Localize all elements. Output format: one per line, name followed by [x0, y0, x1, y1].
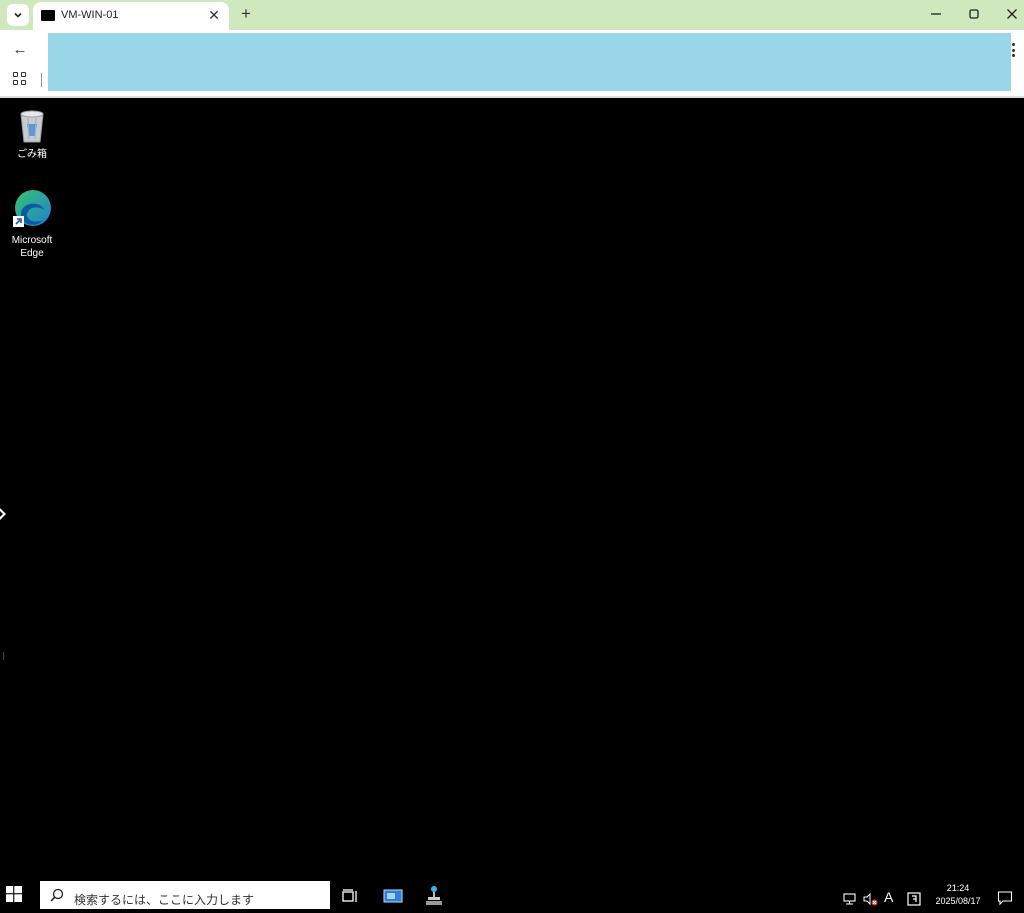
tab-search-button[interactable]	[7, 4, 29, 26]
edge-icon	[13, 190, 51, 227]
desktop-icon-edge[interactable]: Microsoft Edge	[0, 188, 64, 260]
taskbar: 検索するには、ここに入力します A 21:24 2025/08/17	[0, 878, 1024, 909]
back-button[interactable]: ←	[9, 38, 31, 60]
taskbar-clock[interactable]: 21:24 2025/08/17	[932, 882, 984, 908]
network-tool-icon	[426, 886, 442, 905]
windows-logo-icon	[6, 886, 22, 902]
minimize-icon	[931, 13, 941, 15]
ime-pad-icon	[907, 892, 921, 906]
new-tab-button[interactable]: +	[236, 4, 256, 24]
tab-title: VM-WIN-01	[61, 9, 119, 21]
remote-desktop[interactable]: ごみ箱 Microsoft Edge	[0, 100, 1024, 878]
browser-tab[interactable]: VM-WIN-01 ✕	[33, 2, 229, 30]
terminal-icon	[41, 10, 55, 21]
task-view-button[interactable]	[338, 884, 362, 908]
clock-date: 2025/08/17	[935, 896, 981, 906]
maximize-button[interactable]	[956, 0, 992, 28]
recycle-bin-icon	[20, 110, 44, 143]
network-icon	[843, 893, 856, 905]
ime-mode-indicator[interactable]: A	[884, 889, 900, 905]
notification-icon	[997, 891, 1013, 906]
volume-tray-icon[interactable]	[862, 891, 878, 907]
close-icon	[1007, 9, 1017, 19]
start-button[interactable]	[6, 886, 30, 908]
network-tray-icon[interactable]	[842, 891, 858, 907]
connection-bar-handle-icon[interactable]	[0, 507, 8, 521]
taskbar-app-server-manager[interactable]	[381, 884, 405, 908]
search-placeholder: 検索するには、ここに入力します	[74, 893, 255, 907]
side-marker	[3, 652, 4, 660]
volume-muted-icon	[863, 892, 878, 906]
bookmark-separator	[41, 73, 42, 87]
desktop-icon-label: ごみ箱	[17, 149, 47, 160]
restore-icon	[969, 9, 979, 19]
clock-time: 21:24	[946, 883, 970, 893]
taskbar-app-network[interactable]	[422, 884, 446, 908]
search-icon	[50, 888, 64, 902]
chevron-down-icon	[14, 12, 22, 18]
desktop-icon-label: Microsoft Edge	[11, 235, 53, 259]
ime-tray-icon[interactable]	[906, 891, 922, 907]
browser-titlebar: VM-WIN-01 ✕ +	[0, 0, 1024, 30]
redacted-address-area	[48, 33, 1011, 91]
server-manager-icon	[383, 889, 403, 903]
task-view-icon	[342, 889, 357, 902]
action-center-button[interactable]	[997, 890, 1013, 906]
close-window-button[interactable]	[994, 0, 1024, 28]
minimize-button[interactable]	[918, 0, 954, 28]
close-tab-button[interactable]: ✕	[205, 6, 223, 24]
apps-icon[interactable]	[13, 72, 29, 88]
taskbar-search-box[interactable]: 検索するには、ここに入力します	[40, 881, 330, 909]
desktop-icon-recycle-bin[interactable]: ごみ箱	[0, 106, 64, 161]
